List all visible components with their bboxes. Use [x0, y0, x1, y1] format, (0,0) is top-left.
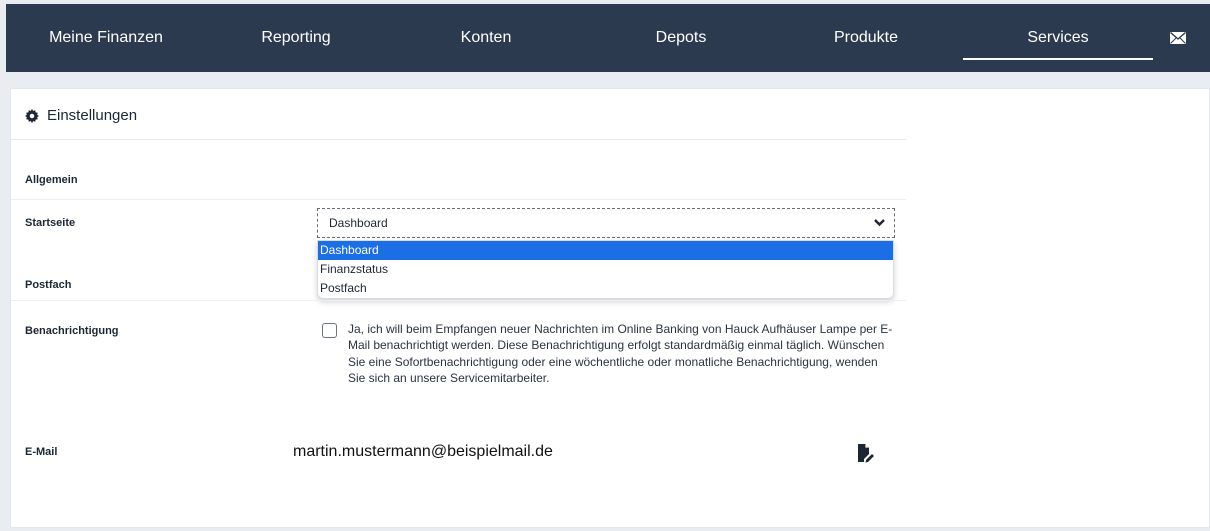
divider [11, 199, 906, 200]
page-title-text: Einstellungen [47, 107, 138, 124]
startseite-selected-value: Dashboard [329, 216, 388, 230]
postfach-label: Postfach [25, 279, 72, 291]
startseite-label: Startseite [25, 217, 76, 229]
section-general-label: Allgemein [25, 174, 78, 186]
envelope-icon[interactable] [1170, 32, 1186, 44]
notification-checkbox[interactable] [322, 323, 337, 338]
nav-item-services[interactable]: Services [963, 4, 1153, 72]
divider [11, 300, 906, 301]
chevron-down-icon [874, 219, 885, 227]
email-value: martin.mustermann@beispielmail.de [293, 443, 553, 460]
nav-item-reporting[interactable]: Reporting [206, 4, 386, 72]
page-title: Einstellungen [25, 107, 137, 124]
gear-icon [25, 108, 39, 123]
startseite-dropdown: Dashboard Finanzstatus Postfach [317, 240, 894, 299]
nav-item-konten[interactable]: Konten [396, 4, 576, 72]
top-navigation: Meine Finanzen Reporting Konten Depots P… [6, 4, 1210, 72]
dropdown-option-dashboard[interactable]: Dashboard [318, 241, 893, 260]
edit-icon[interactable] [857, 443, 875, 463]
nav-item-depots[interactable]: Depots [591, 4, 771, 72]
settings-card: Einstellungen Allgemein Startseite Dashb… [10, 88, 1210, 528]
nav-item-produkte[interactable]: Produkte [776, 4, 956, 72]
nav-item-meine-finanzen[interactable]: Meine Finanzen [16, 4, 196, 72]
notification-text: Ja, ich will beim Empfangen neuer Nachri… [348, 322, 893, 385]
startseite-select[interactable]: Dashboard [317, 208, 895, 238]
divider [11, 139, 906, 140]
dropdown-option-postfach[interactable]: Postfach [318, 279, 893, 298]
email-label: E-Mail [25, 446, 58, 458]
benachrichtigung-label: Benachrichtigung [25, 325, 119, 337]
dropdown-option-finanzstatus[interactable]: Finanzstatus [318, 260, 893, 279]
